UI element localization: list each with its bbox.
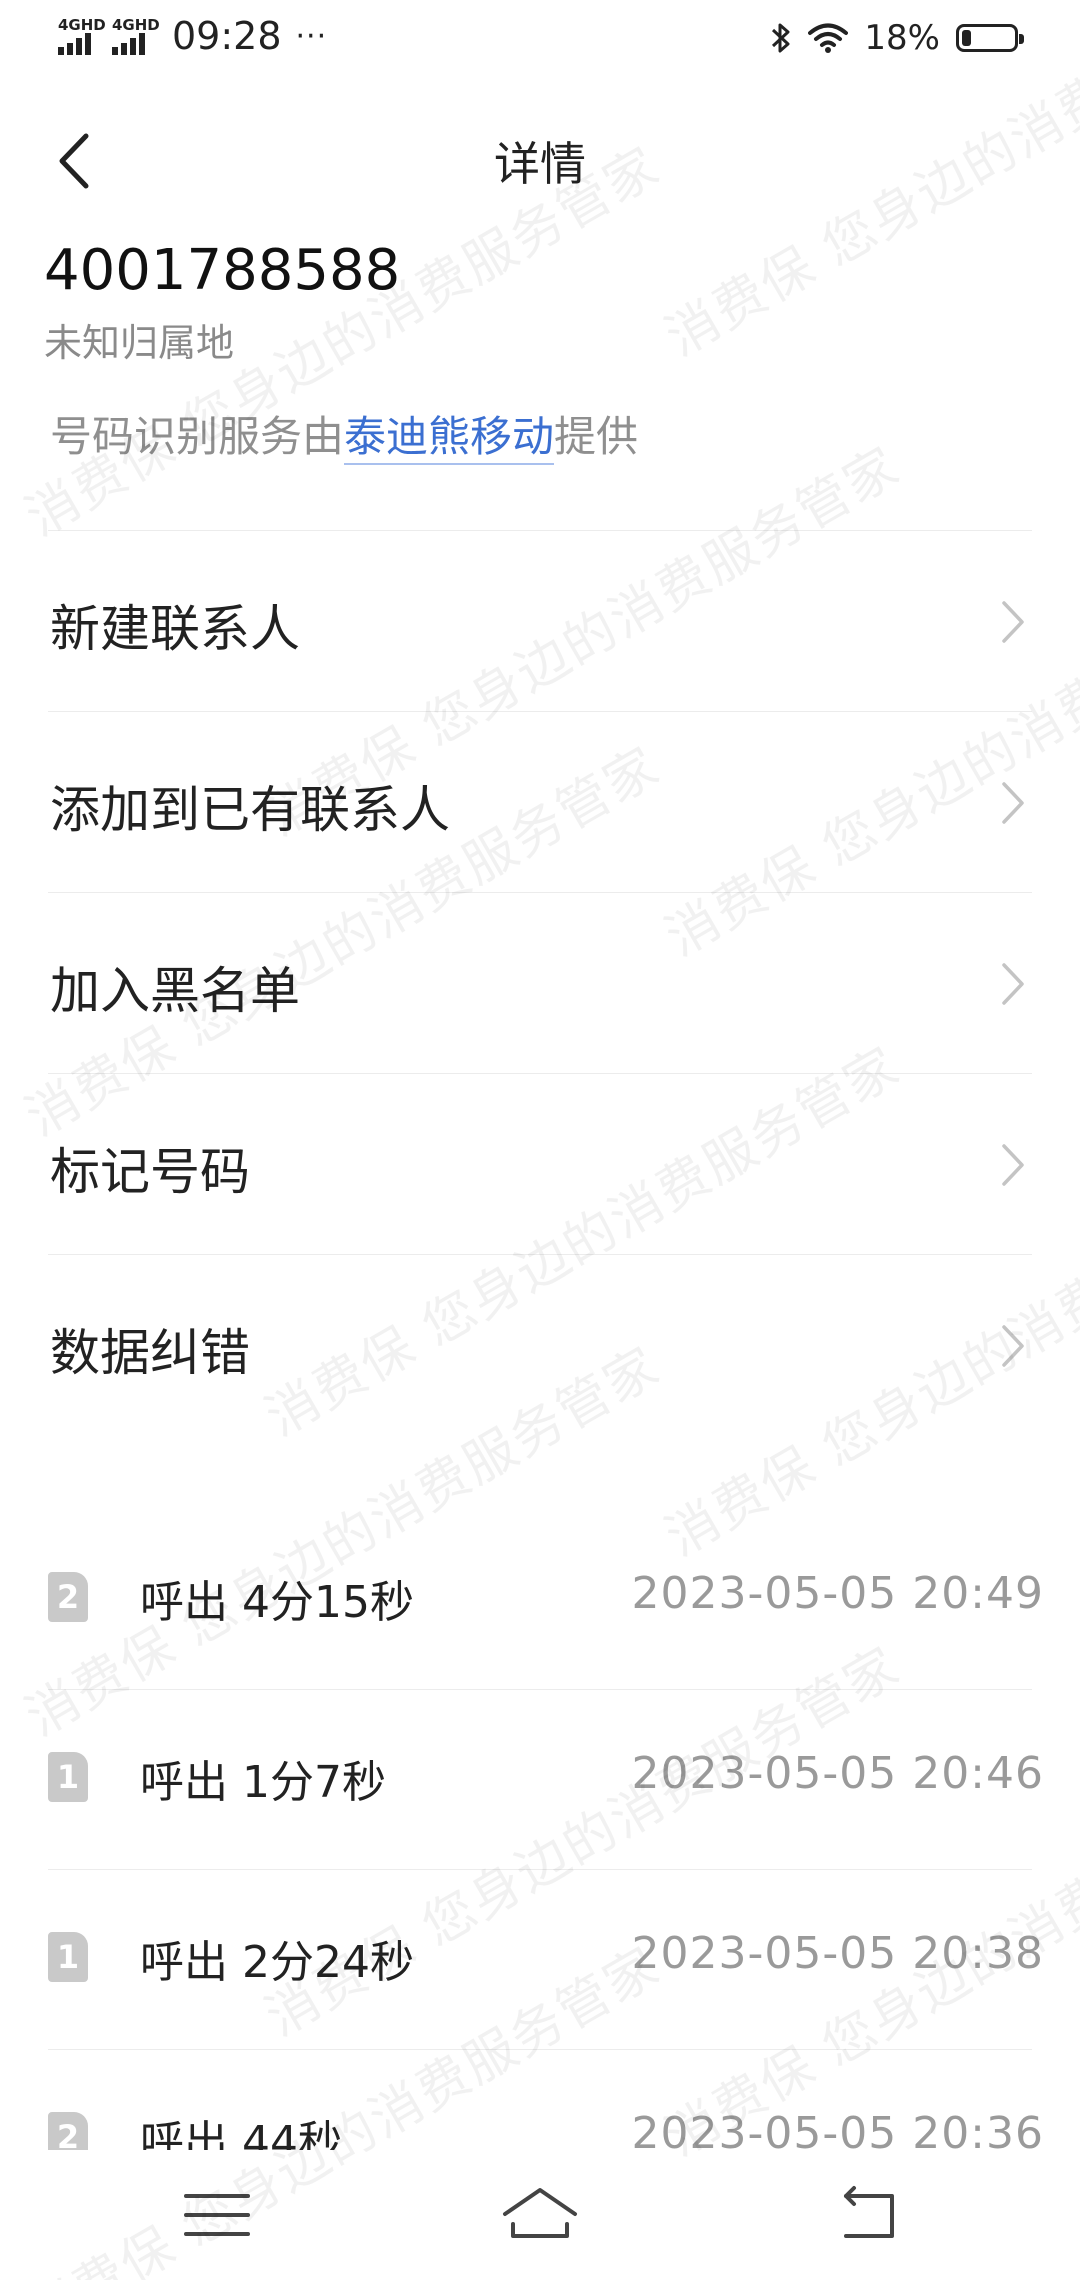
call-log-row[interactable]: 2 呼出 4分15秒 2023-05-05 20:49 [48,1510,1043,1690]
signal-label: 4GHD [58,15,106,34]
chevron-right-icon [1002,782,1024,824]
call-description: 呼出 44秒 [140,2117,342,2150]
page-title: 详情 [494,137,586,191]
battery-percent: 18% [864,18,940,58]
system-nav-bar [0,2150,1080,2280]
menu-item-new-contact[interactable]: 新建联系人 [48,531,1032,712]
menu-icon [184,2194,250,2236]
service-prefix: 号码识别服务由 [50,412,345,461]
header: 详情 [0,100,1080,220]
menu-item-blacklist[interactable]: 加入黑名单 [48,893,1032,1074]
nav-menu-button[interactable] [172,2180,262,2250]
home-icon [503,2188,577,2238]
wifi-icon [808,23,849,53]
chevron-right-icon [1002,963,1024,1005]
status-time: 09:28 [172,14,282,58]
sim-icon: 1 [48,1932,88,1982]
battery-icon [956,24,1024,52]
status-bar: 4GHD 4GHD 09:28 ··· 18% [0,0,1080,84]
menu-item-data-correction[interactable]: 数据纠错 [48,1255,1032,1436]
nav-back-button[interactable] [824,2180,914,2250]
phone-number: 4001788588 [44,238,401,303]
call-description: 呼出 2分24秒 [140,1937,414,1988]
service-info: 号码识别服务由泰迪熊移动提供 [50,403,639,465]
menu-item-label: 标记号码 [50,1143,250,1201]
service-suffix: 提供 [554,412,639,461]
menu-item-label: 数据纠错 [50,1324,250,1382]
call-log-row[interactable]: 1 呼出 1分7秒 2023-05-05 20:46 [48,1690,1043,1870]
menu-item-add-to-existing[interactable]: 添加到已有联系人 [48,712,1032,893]
battery-fill [962,30,971,46]
bluetooth-icon [772,23,790,53]
service-provider-link[interactable]: 泰迪熊移动 [344,412,555,465]
chevron-right-icon [1002,601,1024,643]
signal-icon: 4GHD [58,15,106,55]
call-log: 2 呼出 4分15秒 2023-05-05 20:49 1 呼出 1分7秒 20… [0,1510,1080,2150]
status-left: 4GHD 4GHD 09:28 ··· [58,14,327,58]
menu-item-label: 新建联系人 [50,600,300,658]
call-time: 2023-05-05 20:38 [631,1928,1044,1979]
call-time: 2023-05-05 20:49 [631,1568,1044,1619]
chevron-right-icon [1002,1325,1024,1367]
chevron-right-icon [1002,1144,1024,1186]
sim-icon: 1 [48,1752,88,1802]
nav-home-button[interactable] [495,2180,585,2250]
return-icon [844,2186,894,2238]
more-notifications-icon: ··· [295,18,328,54]
call-description: 呼出 4分15秒 [140,1577,414,1628]
call-log-row[interactable]: 1 呼出 2分24秒 2023-05-05 20:38 [48,1870,1043,2050]
menu-item-label: 添加到已有联系人 [50,781,450,839]
number-location: 未知归属地 [44,321,235,365]
call-time: 2023-05-05 20:46 [631,1748,1044,1799]
status-right: 18% [770,18,1024,58]
sim-icon: 2 [48,1572,88,1622]
signal-label: 4GHD [112,15,160,34]
call-time: 2023-05-05 20:36 [631,2108,1044,2150]
sim-icon: 2 [48,2112,88,2150]
call-description: 呼出 1分7秒 [140,1757,386,1808]
action-menu: 新建联系人 添加到已有联系人 加入黑名单 标记号码 数据纠错 [0,531,1080,1436]
call-log-row[interactable]: 2 呼出 44秒 2023-05-05 20:36 [48,2050,1043,2150]
menu-item-label: 加入黑名单 [50,962,300,1020]
signal-icon: 4GHD [112,15,160,55]
menu-item-mark-number[interactable]: 标记号码 [48,1074,1032,1255]
